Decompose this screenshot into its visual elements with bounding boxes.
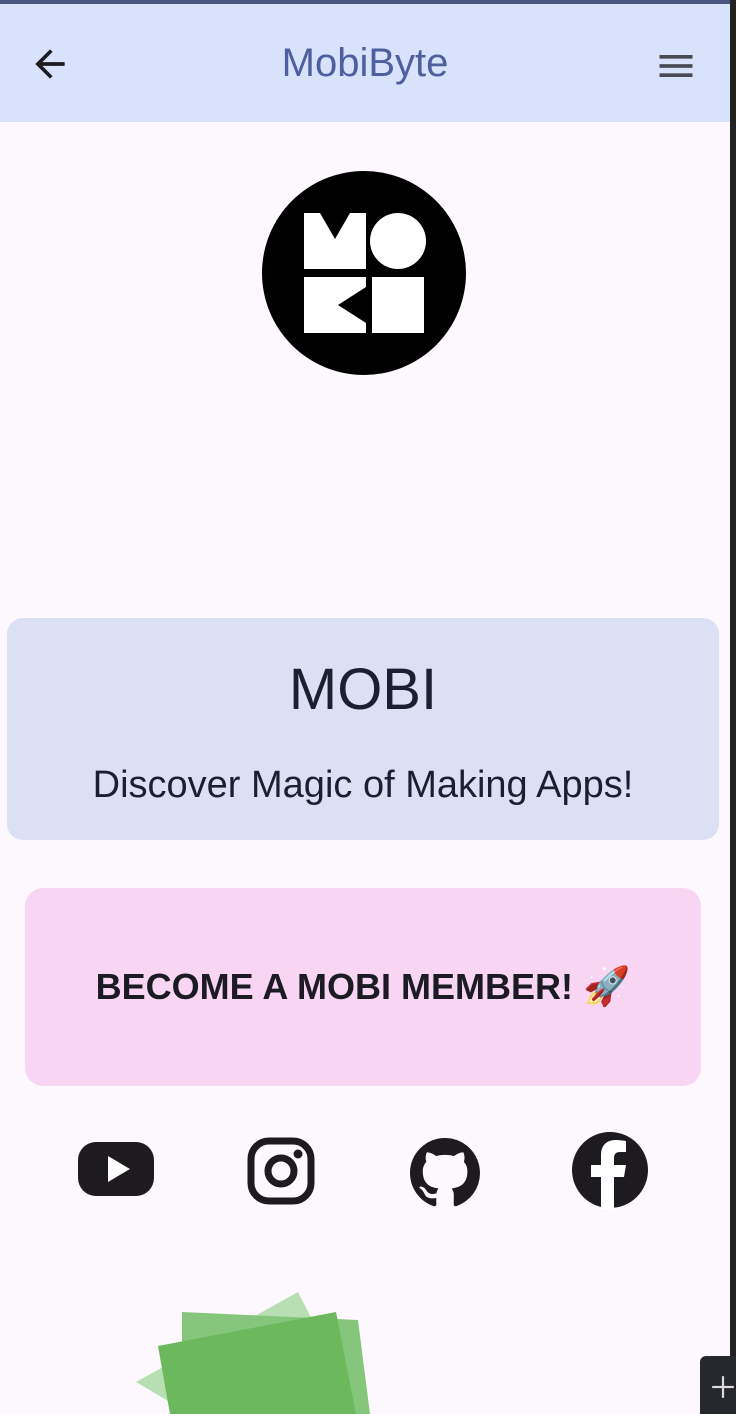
cta-label: BECOME A MOBI MEMBER! bbox=[95, 966, 573, 1007]
app-title: MobiByte bbox=[281, 40, 449, 85]
menu-button[interactable] bbox=[654, 44, 698, 88]
hero-title: MOBI bbox=[288, 657, 438, 722]
app-bar: MobiByte bbox=[0, 4, 730, 122]
become-member-button[interactable]: BECOME A MOBI MEMBER! 🚀 bbox=[25, 888, 701, 1086]
window-edge bbox=[730, 0, 736, 1414]
youtube-icon[interactable] bbox=[78, 1140, 156, 1198]
back-button[interactable] bbox=[28, 42, 72, 86]
add-button[interactable] bbox=[700, 1356, 736, 1414]
menu-icon bbox=[659, 55, 693, 77]
plus-icon bbox=[712, 1376, 734, 1398]
hero-card: MOBI Discover Magic of Making Apps! bbox=[7, 618, 719, 840]
rocket-icon: 🚀 bbox=[583, 966, 631, 1008]
instagram-icon[interactable] bbox=[246, 1136, 316, 1206]
arrow-left-icon bbox=[35, 49, 65, 79]
github-icon[interactable] bbox=[410, 1138, 480, 1208]
facebook-icon[interactable] bbox=[571, 1131, 649, 1209]
mobi-logo bbox=[262, 171, 466, 375]
stacked-cards-illustration bbox=[136, 1292, 370, 1414]
hero-subtitle: Discover Magic of Making Apps! bbox=[92, 764, 634, 806]
